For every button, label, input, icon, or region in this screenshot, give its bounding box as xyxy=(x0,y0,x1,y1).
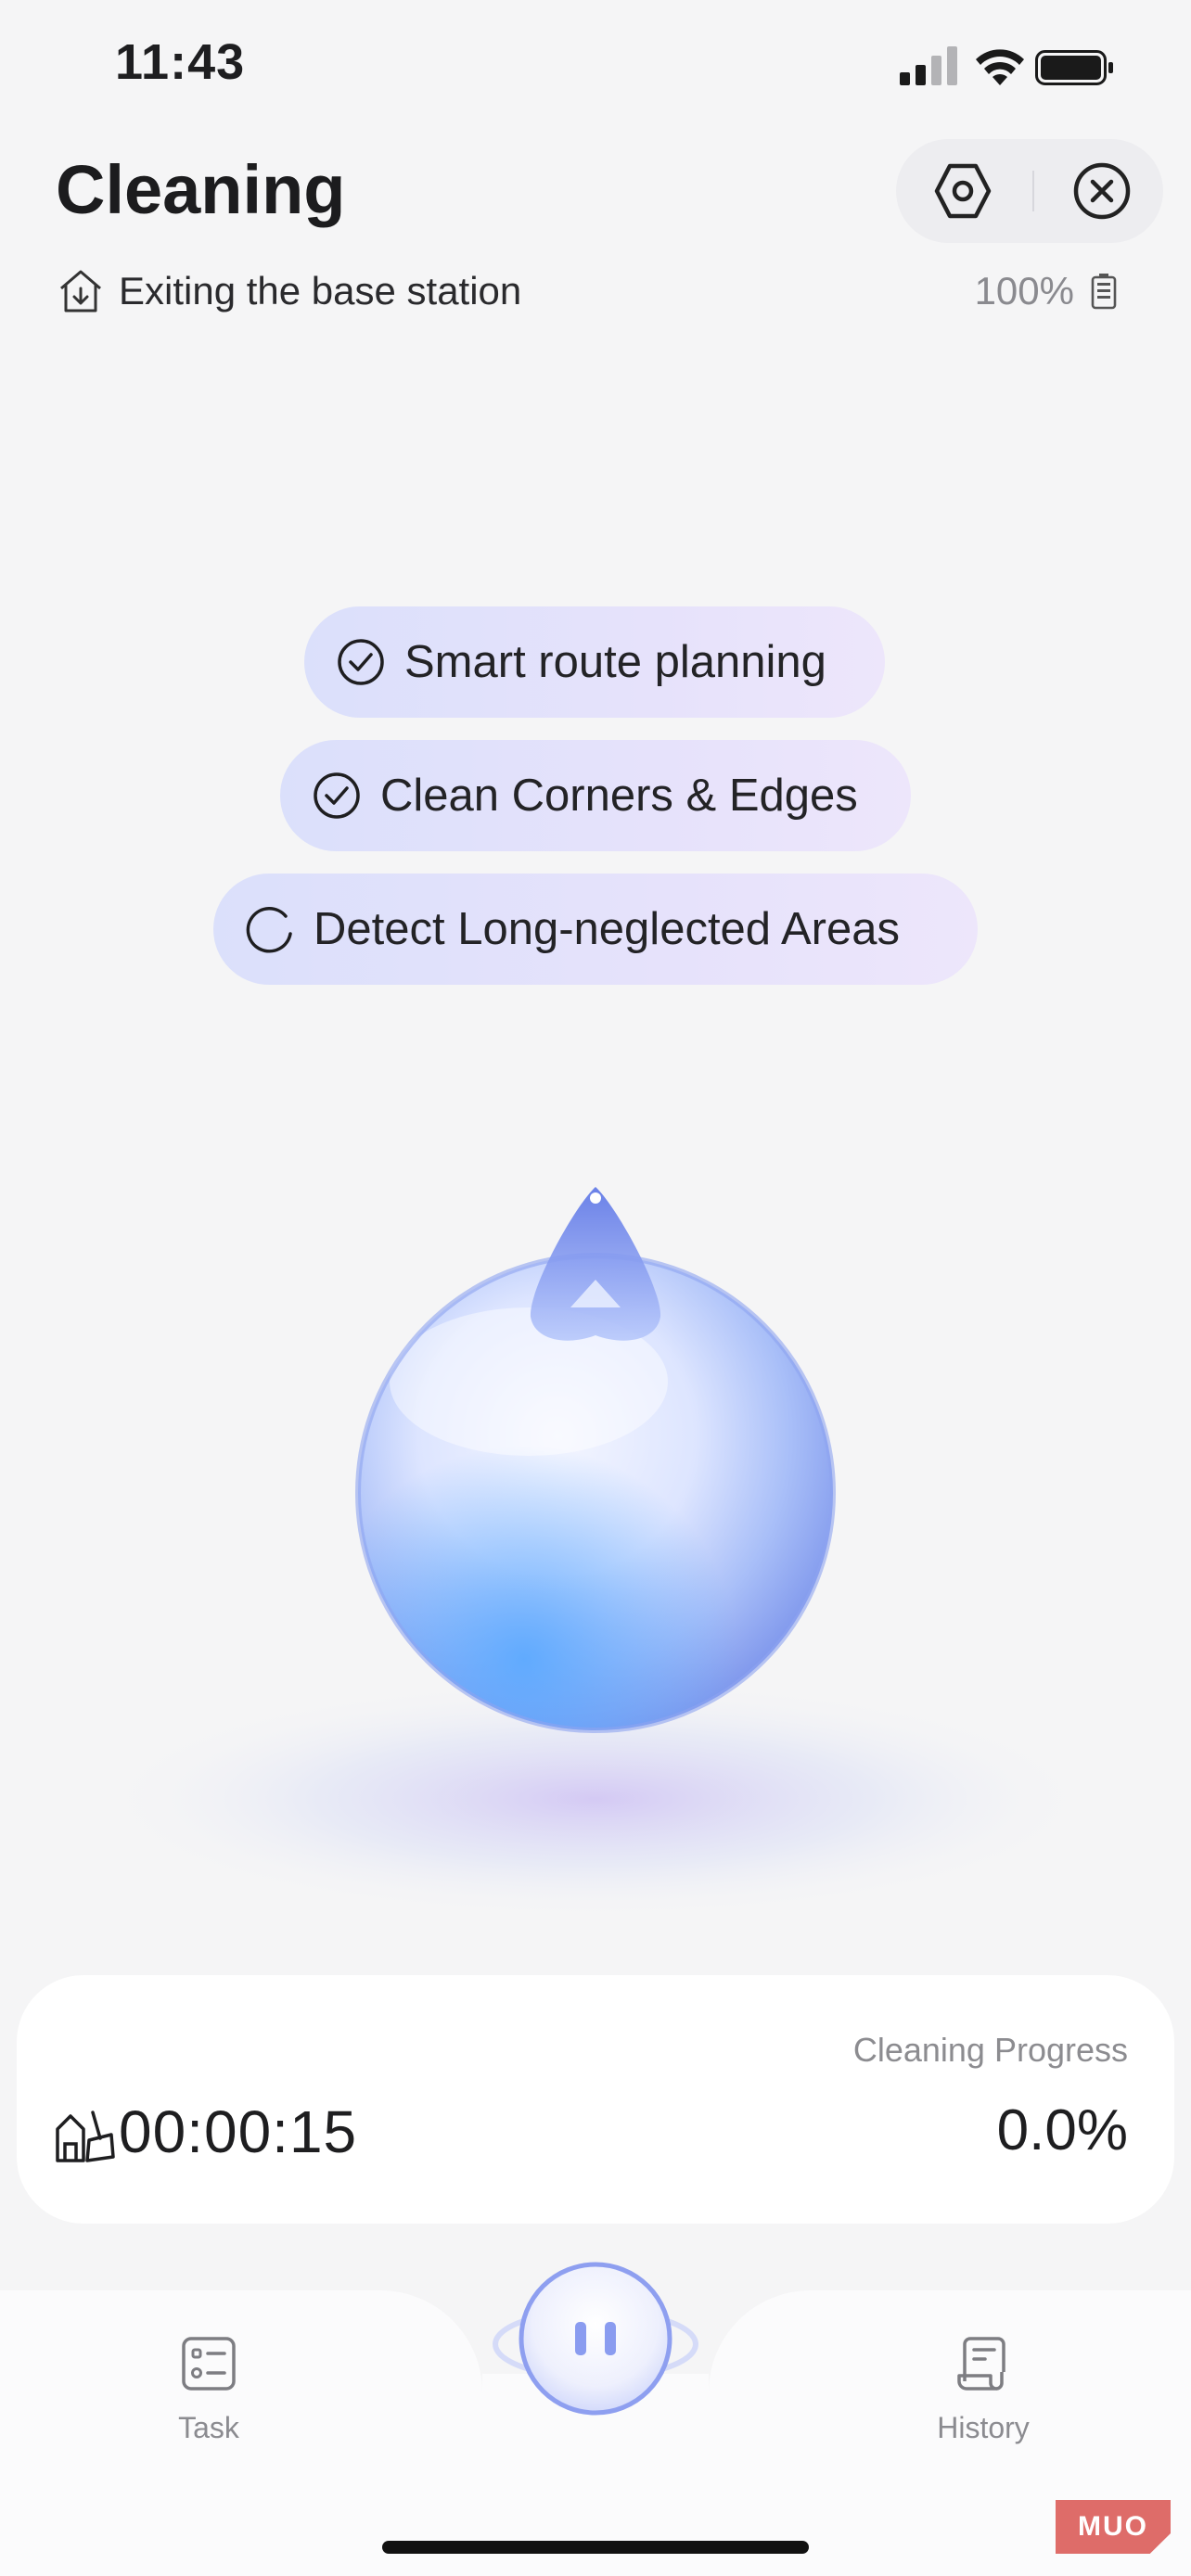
close-button[interactable] xyxy=(1069,158,1135,224)
feature-pill-route-planning: Smart route planning xyxy=(304,606,885,718)
elapsed-time: 00:00:15 xyxy=(119,2098,358,2165)
base-station-status: Exiting the base station xyxy=(58,265,521,317)
cleaning-orb-illustration xyxy=(93,1168,1098,1929)
progress-value: 0.0% xyxy=(996,2098,1128,2162)
feature-label: Clean Corners & Edges xyxy=(380,771,858,821)
page-title: Cleaning xyxy=(56,151,346,228)
wifi-icon xyxy=(976,49,1024,85)
actions-divider xyxy=(1032,171,1034,211)
pause-icon xyxy=(493,2262,698,2416)
settings-button[interactable] xyxy=(929,158,996,224)
home-indicator[interactable] xyxy=(382,2541,809,2554)
feature-label: Smart route planning xyxy=(404,637,826,687)
cellular-signal-icon xyxy=(900,46,957,85)
battery-percent: 100% xyxy=(974,269,1074,312)
task-list-icon xyxy=(182,2337,236,2391)
robot-battery: 100% xyxy=(975,265,1117,317)
loading-spinner-icon xyxy=(246,907,292,953)
tab-task-label: Task xyxy=(178,2411,239,2444)
progress-label: Cleaning Progress xyxy=(852,2031,1128,2069)
settings-hexagon-icon xyxy=(934,163,992,219)
status-icons xyxy=(900,45,1115,91)
tab-task[interactable]: Task xyxy=(139,2326,278,2455)
battery-vertical-icon xyxy=(1091,274,1117,310)
status-text: Exiting the base station xyxy=(119,269,522,312)
tab-history[interactable]: History xyxy=(909,2326,1057,2455)
battery-icon xyxy=(1035,50,1113,85)
tab-history-label: History xyxy=(937,2411,1030,2444)
feature-pill-neglected-areas: Detect Long-neglected Areas xyxy=(213,874,978,985)
check-circle-icon xyxy=(338,639,384,685)
base-station-exit-icon xyxy=(60,270,101,312)
site-watermark-logo: MUO xyxy=(1056,2500,1171,2554)
cleaning-timer-icon xyxy=(52,2101,117,2166)
close-circle-icon xyxy=(1073,162,1131,220)
feature-pill-corners-edges: Clean Corners & Edges xyxy=(280,740,911,851)
status-time: 11:43 xyxy=(115,34,246,90)
history-scroll-icon xyxy=(957,2337,1005,2391)
check-circle-icon xyxy=(314,772,360,819)
feature-label: Detect Long-neglected Areas xyxy=(314,904,900,954)
pause-button[interactable] xyxy=(482,2251,709,2437)
